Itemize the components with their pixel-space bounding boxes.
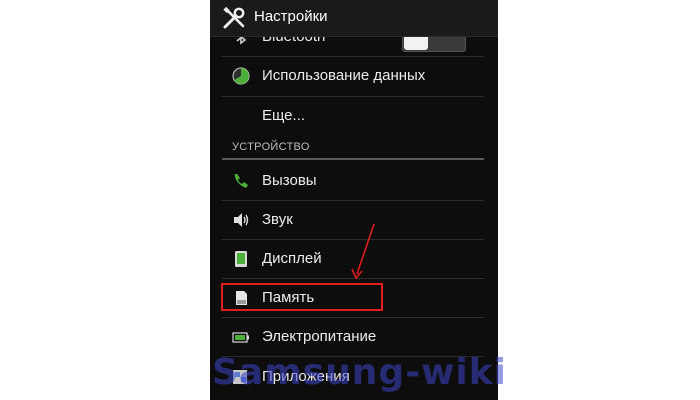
action-bar: Настройки — [210, 0, 498, 37]
settings-item-power[interactable]: Электропитание — [210, 318, 498, 356]
display-icon — [235, 251, 247, 267]
data-usage-icon — [232, 67, 250, 85]
settings-screen: Bluetooth Настройки Использование данных… — [210, 0, 498, 400]
section-divider — [222, 158, 484, 160]
phone-icon — [234, 174, 248, 188]
settings-tools-icon — [223, 6, 245, 29]
settings-item-label: Электропитание — [262, 328, 377, 345]
settings-item-label: Еще... — [262, 107, 306, 124]
settings-item-label: Дисплей — [262, 250, 322, 267]
highlight-box — [221, 283, 383, 311]
section-header: УСТРОЙСТВО — [232, 141, 310, 153]
settings-item-label: Вызовы — [262, 172, 317, 189]
settings-item-data-usage[interactable]: Использование данных — [210, 57, 498, 95]
settings-item-label: Звук — [262, 211, 293, 228]
page-title: Настройки — [254, 8, 328, 25]
battery-icon — [232, 332, 249, 343]
settings-item-more[interactable]: Еще... — [210, 97, 498, 135]
settings-item-calls[interactable]: Вызовы — [210, 162, 498, 200]
speaker-icon — [234, 213, 249, 227]
watermark-text: Samsung-wiki — [212, 352, 508, 393]
arrow-annotation — [351, 223, 375, 280]
settings-item-label: Использование данных — [262, 67, 426, 84]
